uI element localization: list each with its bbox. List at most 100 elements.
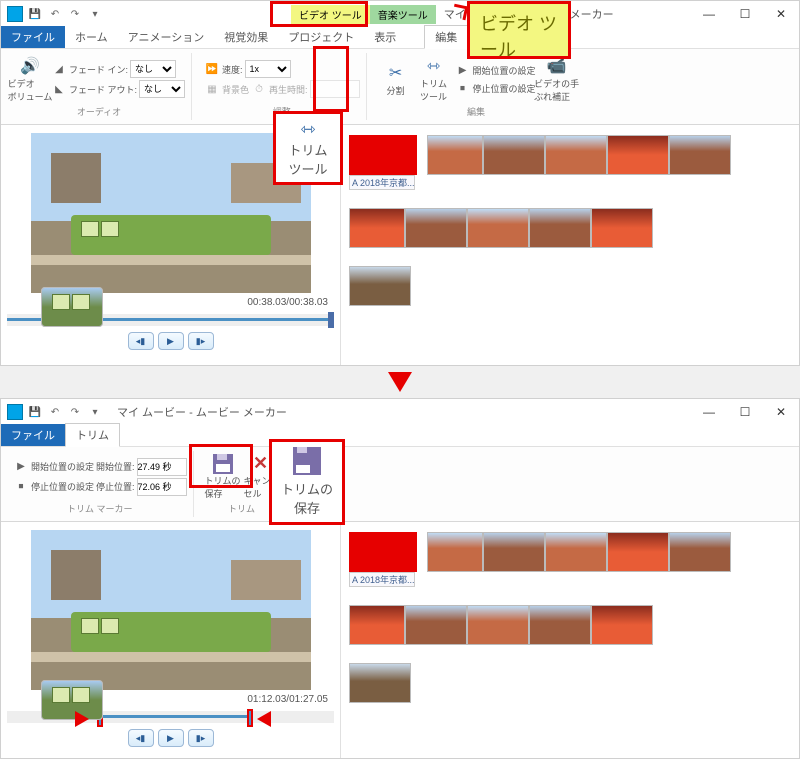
- play-button[interactable]: ▶: [158, 729, 184, 747]
- save-icon[interactable]: 💾: [27, 404, 43, 420]
- tab-trim[interactable]: トリム: [65, 423, 120, 447]
- clip[interactable]: [545, 532, 607, 572]
- minimize-button[interactable]: —: [691, 399, 727, 425]
- arrow-icon: [452, 4, 469, 21]
- clip[interactable]: [467, 208, 529, 248]
- fade-out-icon: ◣: [51, 81, 67, 97]
- prev-frame-button[interactable]: ◂▮: [128, 332, 154, 350]
- start-time-input[interactable]: [137, 458, 187, 476]
- stop-time-input[interactable]: [137, 478, 187, 496]
- clip[interactable]: [591, 208, 653, 248]
- tab-view[interactable]: 表示: [364, 26, 406, 48]
- clip[interactable]: [483, 532, 545, 572]
- set-stop-button[interactable]: 停止位置の設定: [31, 480, 94, 493]
- clip[interactable]: [545, 135, 607, 175]
- callout-save-trim: トリムの 保存: [269, 439, 345, 525]
- tab-edit-video[interactable]: 編集: [424, 25, 468, 49]
- next-frame-button[interactable]: ▮▸: [188, 332, 214, 350]
- fade-out-select[interactable]: なし: [139, 80, 185, 98]
- undo-icon[interactable]: ↶: [47, 404, 63, 420]
- save-icon[interactable]: 💾: [27, 6, 43, 22]
- stop-setting-icon: ⏹: [455, 80, 471, 96]
- fade-in-select[interactable]: なし: [130, 60, 176, 78]
- tab-visual-effect[interactable]: 視覚効果: [214, 26, 278, 48]
- tab-project[interactable]: プロジェクト: [278, 26, 364, 48]
- clip[interactable]: [349, 135, 417, 175]
- qat-more-icon[interactable]: ▾: [87, 6, 103, 22]
- next-frame-button[interactable]: ▮▸: [188, 729, 214, 747]
- speed-icon: ⏩: [204, 61, 220, 77]
- trim-end-handle[interactable]: [247, 709, 253, 727]
- window-title: マイ ムービー - ムービー メーカー: [117, 404, 287, 420]
- stabilize-button[interactable]: 📹 ビデオの手 ぶれ補正: [540, 55, 574, 103]
- clip[interactable]: [427, 532, 483, 572]
- context-tab-audio[interactable]: 音楽ツール: [370, 5, 436, 24]
- clip[interactable]: [483, 135, 545, 175]
- maximize-button[interactable]: ☐: [727, 1, 763, 27]
- floppy-icon: [293, 447, 321, 475]
- arrow-left-icon: [257, 711, 271, 727]
- clip-caption: A 2018年京都...: [349, 175, 415, 190]
- video-volume-button[interactable]: 🔊 ビデオ ボリューム: [13, 55, 47, 103]
- clip[interactable]: [591, 605, 653, 645]
- play-button[interactable]: ▶: [158, 332, 184, 350]
- x-icon: ✕: [253, 453, 268, 474]
- clip[interactable]: [405, 605, 467, 645]
- storyboard[interactable]: A 2018年京都...: [341, 522, 799, 758]
- clip[interactable]: [607, 135, 669, 175]
- time-readout: 00:38.03/00:38.03: [247, 297, 328, 308]
- tab-file[interactable]: ファイル: [1, 26, 65, 48]
- callout-trim-tool: ⇿ トリム ツール: [273, 111, 343, 185]
- qat-more-icon[interactable]: ▾: [87, 404, 103, 420]
- video-preview[interactable]: [31, 530, 311, 690]
- set-start-button[interactable]: 開始位置の設定: [31, 460, 94, 473]
- save-trim-button[interactable]: トリムの 保存: [206, 454, 240, 500]
- close-button[interactable]: ✕: [763, 1, 799, 27]
- clip[interactable]: [529, 208, 591, 248]
- start-setting-button[interactable]: 開始位置の設定: [473, 64, 536, 77]
- tab-animation[interactable]: アニメーション: [118, 26, 215, 48]
- clip[interactable]: [669, 135, 731, 175]
- maximize-button[interactable]: ☐: [727, 399, 763, 425]
- floppy-icon: [213, 454, 233, 474]
- clip[interactable]: [349, 532, 417, 572]
- close-button[interactable]: ✕: [763, 399, 799, 425]
- split-button[interactable]: ✂ 分割: [379, 62, 413, 97]
- duration-icon: ⏱: [251, 81, 267, 97]
- stop-setting-button[interactable]: 停止位置の設定: [473, 82, 536, 95]
- clip[interactable]: [529, 605, 591, 645]
- clip[interactable]: [607, 532, 669, 572]
- clip[interactable]: [349, 663, 411, 703]
- speed-select[interactable]: 1x: [245, 60, 291, 78]
- clip[interactable]: [427, 135, 483, 175]
- minimize-button[interactable]: —: [691, 1, 727, 27]
- clip[interactable]: [41, 680, 103, 720]
- clip[interactable]: [669, 532, 731, 572]
- clip[interactable]: [467, 605, 529, 645]
- volume-icon: 🔊: [19, 55, 41, 77]
- clip[interactable]: [349, 605, 405, 645]
- tab-file[interactable]: ファイル: [1, 424, 65, 446]
- storyboard[interactable]: A 2018年京都...: [341, 125, 799, 365]
- video-preview[interactable]: [31, 133, 311, 293]
- app-icon: [7, 6, 23, 22]
- tab-home[interactable]: ホーム: [65, 26, 118, 48]
- duration-input: [310, 80, 360, 98]
- clip[interactable]: [405, 208, 467, 248]
- redo-icon[interactable]: ↷: [67, 404, 83, 420]
- undo-icon[interactable]: ↶: [47, 6, 63, 22]
- trim-tool-button[interactable]: ⇿ トリム ツール: [417, 55, 451, 103]
- clip[interactable]: [349, 208, 405, 248]
- context-tab-video[interactable]: ビデオ ツール: [291, 5, 370, 24]
- callout-video-tools: ビデオ ツール 編集: [467, 1, 571, 59]
- app-icon: [7, 404, 23, 420]
- clip[interactable]: [41, 287, 103, 327]
- arrow-right-icon: [75, 711, 89, 727]
- clip[interactable]: [349, 266, 411, 306]
- prev-frame-button[interactable]: ◂▮: [128, 729, 154, 747]
- time-readout: 01:12.03/01:27.05: [247, 694, 328, 705]
- stop-setting-icon: ⏹: [13, 479, 29, 495]
- redo-icon[interactable]: ↷: [67, 6, 83, 22]
- trim-icon: ⇿: [423, 55, 445, 77]
- start-setting-icon: ▶: [13, 459, 29, 475]
